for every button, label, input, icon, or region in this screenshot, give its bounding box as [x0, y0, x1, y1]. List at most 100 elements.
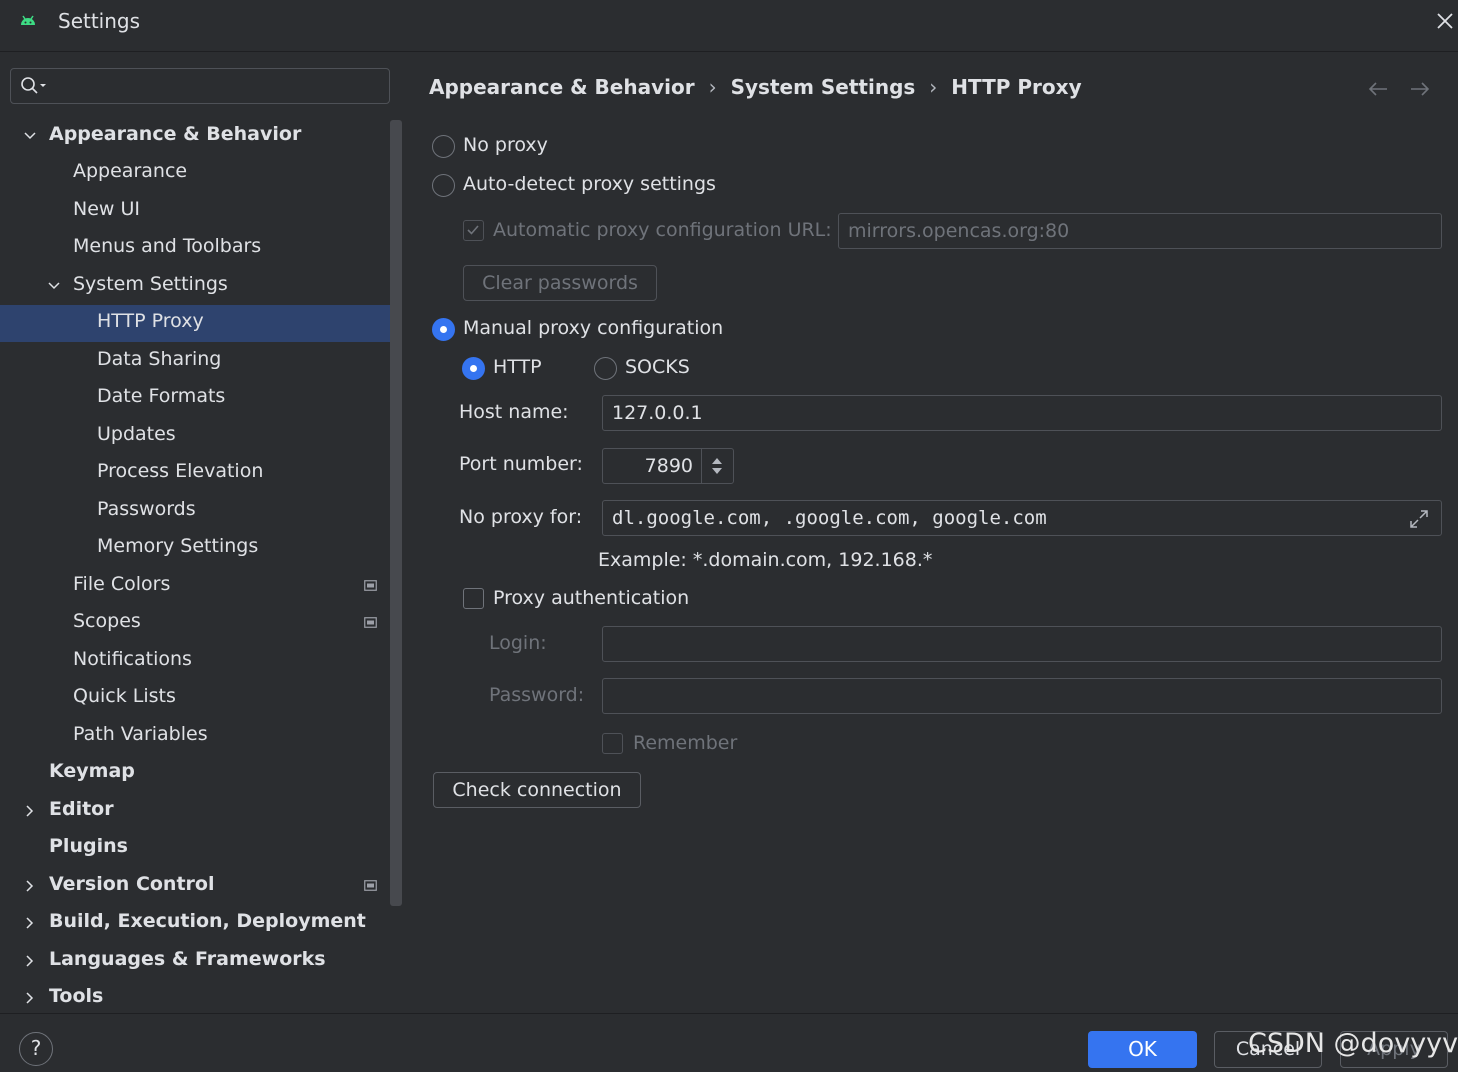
- settings-tree: Appearance & Behavior Appearance New UI …: [0, 118, 402, 1013]
- auto-config-url-checkbox[interactable]: [463, 220, 484, 241]
- port-number-value[interactable]: 7890: [645, 449, 693, 483]
- tree-item-label: Updates: [97, 423, 176, 445]
- tree-item-system-settings[interactable]: System Settings: [0, 268, 402, 305]
- tree-item-appearance-behavior[interactable]: Appearance & Behavior: [0, 118, 402, 155]
- chevron-right-icon[interactable]: [22, 915, 38, 931]
- tree-item-label: Path Variables: [73, 723, 208, 745]
- breadcrumb-separator: ›: [929, 75, 938, 99]
- search-input[interactable]: [55, 71, 385, 101]
- tree-item-label: Process Elevation: [97, 460, 264, 482]
- tree-item-label: Scopes: [73, 610, 141, 632]
- tree-item-keymap[interactable]: Keymap: [0, 755, 402, 792]
- tree-item-label: Build, Execution, Deployment: [49, 910, 366, 932]
- no-proxy-label[interactable]: No proxy: [463, 134, 548, 156]
- tree-scrollbar[interactable]: [390, 120, 402, 906]
- chevron-right-icon[interactable]: [22, 953, 38, 969]
- breadcrumb-item[interactable]: System Settings: [731, 75, 916, 99]
- clear-passwords-button[interactable]: Clear passwords: [463, 265, 657, 301]
- auto-detect-label[interactable]: Auto-detect proxy settings: [463, 173, 716, 195]
- login-field[interactable]: [602, 626, 1442, 662]
- settings-search[interactable]: [10, 68, 390, 104]
- tree-item-version-control[interactable]: Version Control: [0, 868, 402, 905]
- tree-item-label: Keymap: [49, 760, 135, 782]
- tree-item-file-colors[interactable]: File Colors: [0, 568, 402, 605]
- tree-item-label: Appearance & Behavior: [49, 123, 302, 145]
- arrow-left-icon[interactable]: [1367, 79, 1389, 99]
- title-bar: Settings: [0, 0, 1458, 52]
- tree-item-label: Tools: [49, 985, 104, 1007]
- http-proxy-panel: Appearance & Behavior › System Settings › HT…: [403, 53, 1458, 1013]
- tree-item-label: New UI: [73, 198, 140, 220]
- tree-item-new-ui[interactable]: New UI: [0, 193, 402, 230]
- proxy-auth-checkbox[interactable]: [463, 588, 484, 609]
- tree-item-label: Languages & Frameworks: [49, 948, 326, 970]
- tree-item-plugins[interactable]: Plugins: [0, 830, 402, 867]
- check-icon: [467, 225, 479, 235]
- tree-item-editor[interactable]: Editor: [0, 793, 402, 830]
- password-label: Password:: [489, 684, 585, 706]
- chevron-right-icon[interactable]: [22, 990, 38, 1006]
- remember-label: Remember: [633, 732, 738, 754]
- no-proxy-for-label: No proxy for:: [459, 506, 583, 528]
- tree-item-passwords[interactable]: Passwords: [0, 493, 402, 530]
- chevron-right-icon[interactable]: [22, 803, 38, 819]
- tree-item-appearance[interactable]: Appearance: [0, 155, 402, 192]
- tree-item-tools[interactable]: Tools: [0, 980, 402, 1017]
- help-button[interactable]: ?: [19, 1032, 53, 1066]
- manual-proxy-radio[interactable]: [432, 318, 455, 341]
- tree-item-languages-frameworks[interactable]: Languages & Frameworks: [0, 943, 402, 980]
- breadcrumb: Appearance & Behavior › System Settings › HT…: [429, 75, 1082, 99]
- no-proxy-for-value[interactable]: dl.google.com, .google.com, google.com: [612, 507, 1047, 529]
- close-icon[interactable]: [1434, 10, 1456, 32]
- no-proxy-example: Example: *.domain.com, 192.168.*: [598, 549, 933, 571]
- tree-item-scopes[interactable]: Scopes: [0, 605, 402, 642]
- login-label: Login:: [489, 632, 547, 654]
- chevron-down-icon[interactable]: [22, 128, 38, 144]
- expand-icon[interactable]: [1408, 508, 1430, 530]
- http-radio[interactable]: [462, 357, 485, 380]
- tree-item-label: File Colors: [73, 573, 171, 595]
- proxy-auth-label[interactable]: Proxy authentication: [493, 587, 689, 609]
- auto-detect-radio[interactable]: [432, 174, 455, 197]
- tree-item-date-formats[interactable]: Date Formats: [0, 380, 402, 417]
- stepper-arrows-icon[interactable]: [709, 455, 725, 477]
- tree-item-label: Memory Settings: [97, 535, 259, 557]
- port-number-stepper[interactable]: 7890: [602, 448, 734, 484]
- ok-button[interactable]: OK: [1088, 1031, 1197, 1068]
- host-name-field[interactable]: 127.0.0.1: [602, 395, 1442, 431]
- tree-item-process-elevation[interactable]: Process Elevation: [0, 455, 402, 492]
- tree-item-label: Plugins: [49, 835, 128, 857]
- chevron-down-icon[interactable]: [46, 278, 62, 294]
- breadcrumb-item: HTTP Proxy: [951, 75, 1082, 99]
- remember-checkbox[interactable]: [602, 733, 623, 754]
- tree-item-updates[interactable]: Updates: [0, 418, 402, 455]
- no-proxy-for-field[interactable]: dl.google.com, .google.com, google.com: [602, 500, 1442, 536]
- auto-config-url-field[interactable]: mirrors.opencas.org:80: [838, 213, 1442, 249]
- tree-item-menus-toolbars[interactable]: Menus and Toolbars: [0, 230, 402, 267]
- socks-radio[interactable]: [594, 357, 617, 380]
- socks-label[interactable]: SOCKS: [625, 356, 690, 378]
- chevron-right-icon[interactable]: [22, 878, 38, 894]
- arrow-right-icon[interactable]: [1409, 79, 1431, 99]
- tree-item-label: Data Sharing: [97, 348, 222, 370]
- tree-item-label: Menus and Toolbars: [73, 235, 262, 257]
- no-proxy-radio[interactable]: [432, 135, 455, 158]
- tree-item-memory-settings[interactable]: Memory Settings: [0, 530, 402, 567]
- password-field[interactable]: [602, 678, 1442, 714]
- tree-item-notifications[interactable]: Notifications: [0, 643, 402, 680]
- tree-item-http-proxy[interactable]: HTTP Proxy: [0, 305, 402, 342]
- tree-item-quick-lists[interactable]: Quick Lists: [0, 680, 402, 717]
- manual-proxy-label[interactable]: Manual proxy configuration: [463, 317, 723, 339]
- tree-item-data-sharing[interactable]: Data Sharing: [0, 343, 402, 380]
- tree-item-build-execution-deployment[interactable]: Build, Execution, Deployment: [0, 905, 402, 942]
- tree-item-label: Editor: [49, 798, 114, 820]
- window-title: Settings: [58, 9, 141, 33]
- history-nav: [1367, 79, 1445, 104]
- breadcrumb-item[interactable]: Appearance & Behavior: [429, 75, 695, 99]
- stepper-divider: [701, 449, 702, 483]
- breadcrumb-separator: ›: [708, 75, 717, 99]
- project-level-icon: [364, 580, 377, 591]
- http-label[interactable]: HTTP: [493, 356, 542, 378]
- check-connection-button[interactable]: Check connection: [433, 772, 641, 808]
- tree-item-path-variables[interactable]: Path Variables: [0, 718, 402, 755]
